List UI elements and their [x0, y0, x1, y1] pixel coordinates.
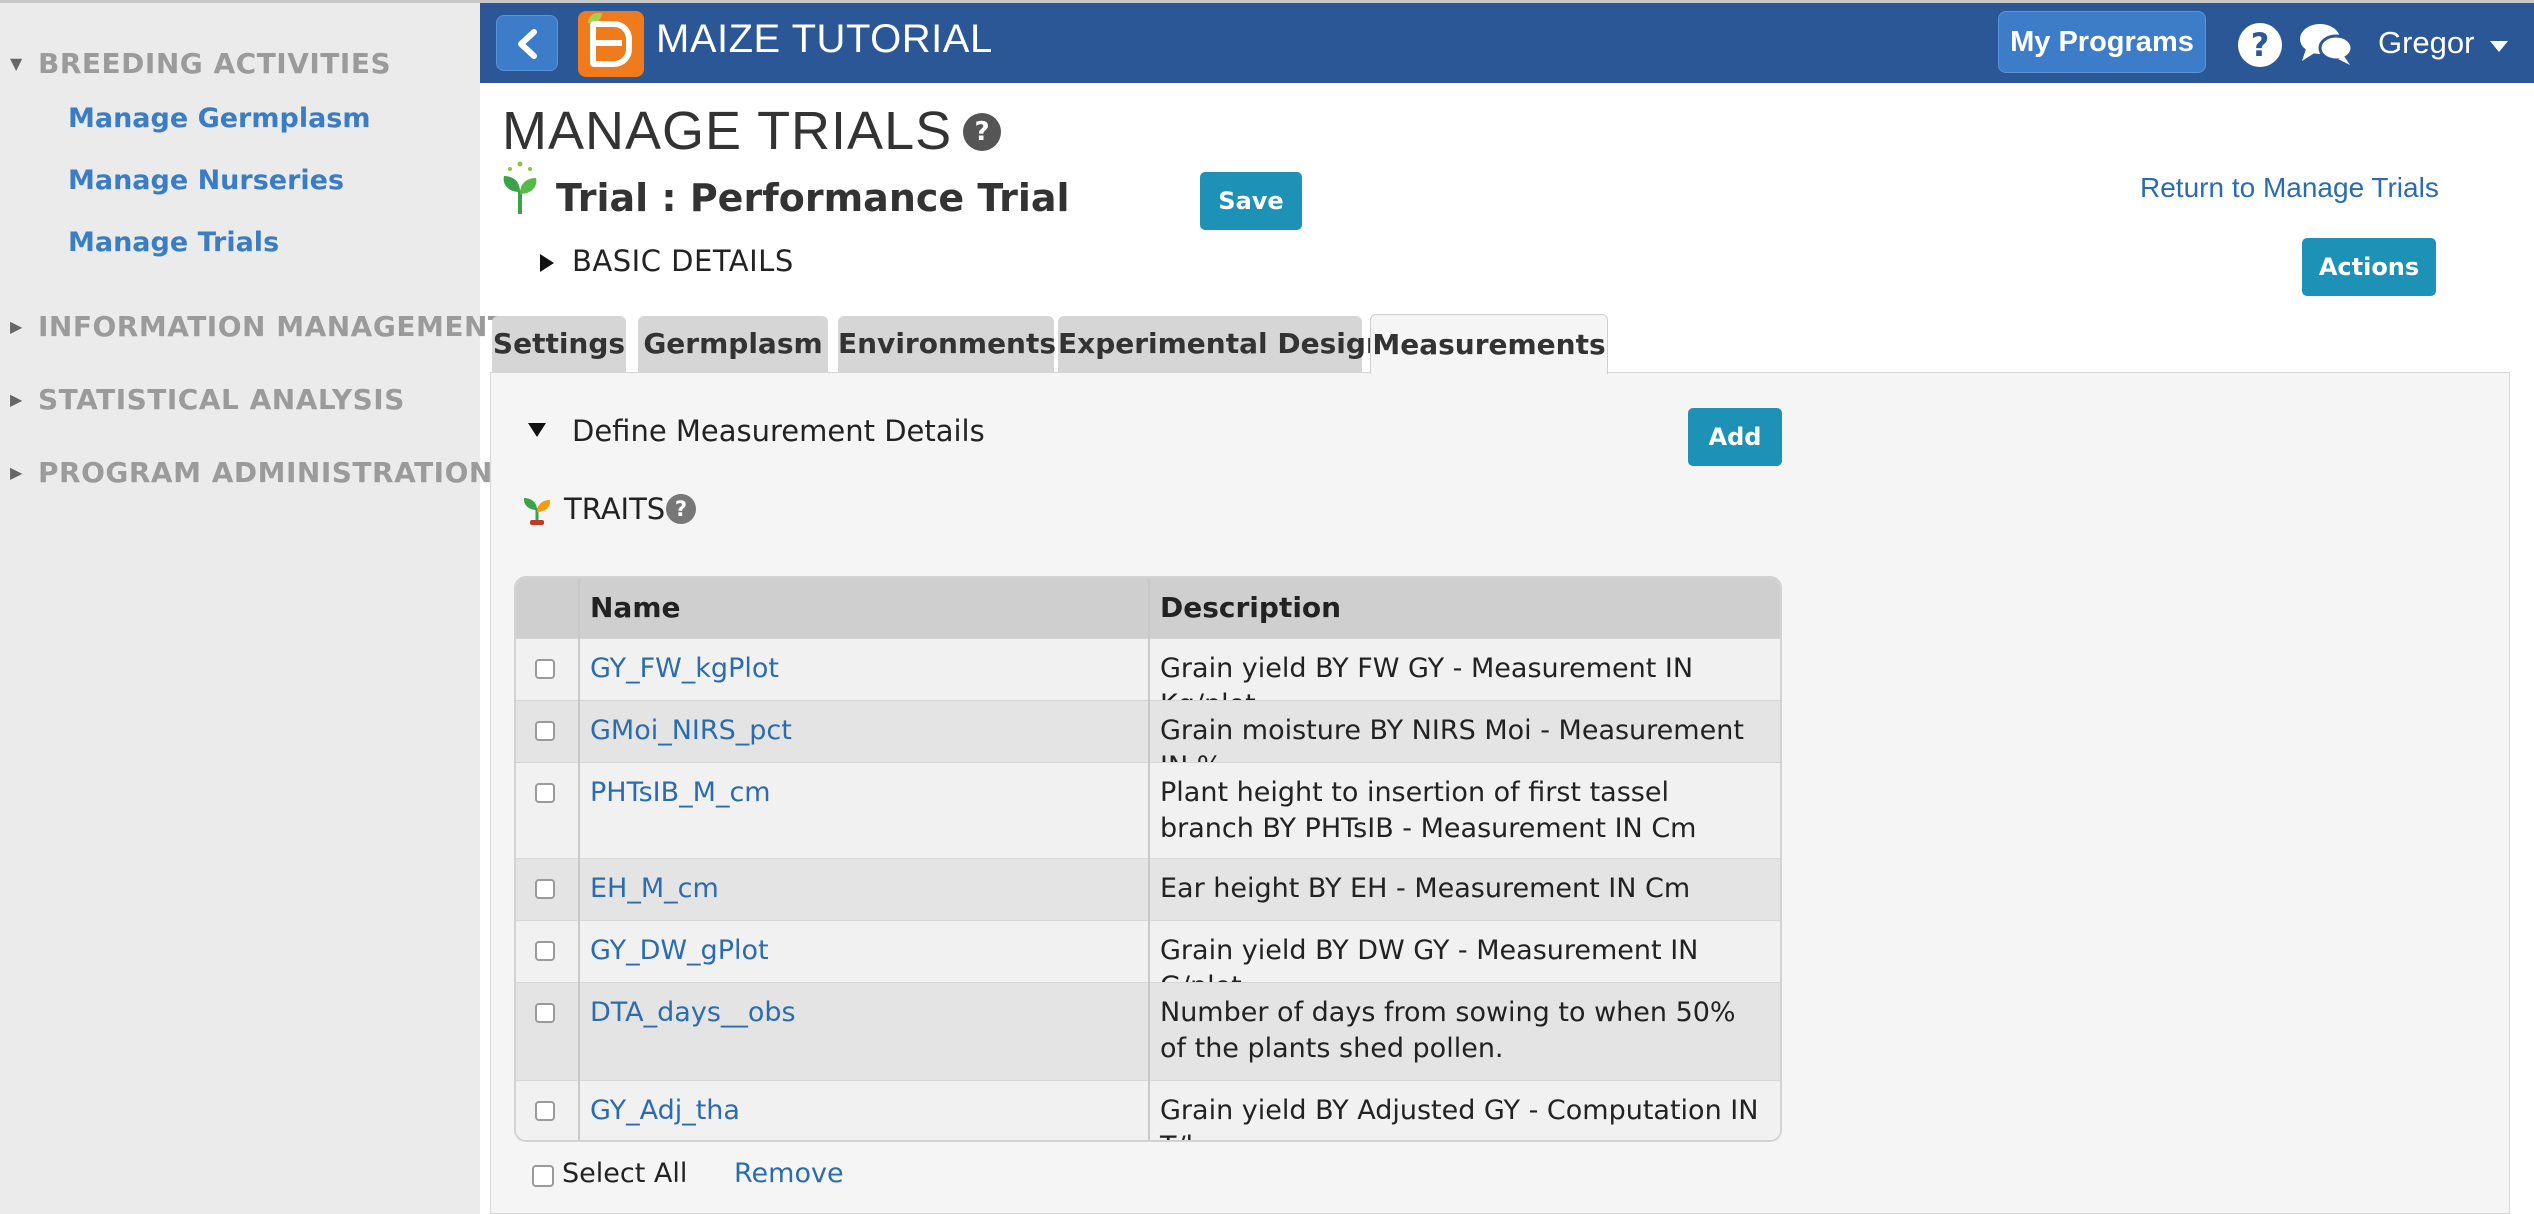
triangle-down-icon: ▼ — [10, 54, 23, 73]
sidebar-item-manage-germplasm[interactable]: Manage Germplasm — [68, 103, 371, 134]
triangle-right-icon — [540, 254, 554, 272]
row-checkbox[interactable] — [535, 659, 555, 679]
my-programs-button[interactable]: My Programs — [1998, 11, 2206, 73]
tab-experimental-design[interactable]: Experimental Design — [1058, 316, 1386, 372]
trial-name: Trial : Performance Trial — [556, 176, 1070, 220]
column-divider — [1148, 578, 1150, 1140]
define-measurement-details-toggle[interactable]: Define Measurement Details — [528, 414, 985, 448]
sidebar-section-label: INFORMATION MANAGEMENT — [38, 310, 508, 343]
basic-details-label: BASIC DETAILS — [572, 244, 794, 278]
chevron-left-icon — [518, 29, 537, 59]
sidebar-section-label: PROGRAM ADMINISTRATION — [38, 456, 493, 489]
page-title: MANAGE TRIALS — [502, 101, 953, 161]
tab-measurements[interactable]: Measurements — [1370, 314, 1608, 374]
sidebar: ▼ BREEDING ACTIVITIES Manage Germplasm Ma… — [0, 3, 507, 1214]
sidebar-section-information-management[interactable]: ▶ INFORMATION MANAGEMENT — [10, 310, 507, 343]
column-header-description[interactable]: Description — [1160, 578, 1341, 638]
top-header: MAIZE TUTORIAL My Programs ? Gregor — [480, 3, 2534, 83]
trait-name-link[interactable]: DTA_days__obs — [590, 997, 796, 1028]
traits-sprout-icon — [523, 498, 551, 525]
sidebar-section-label: STATISTICAL ANALYSIS — [38, 383, 405, 416]
select-all-label[interactable]: Select All — [562, 1158, 687, 1189]
user-menu[interactable]: Gregor — [2378, 25, 2474, 61]
trait-name-link[interactable]: GY_FW_kgPlot — [590, 653, 779, 684]
row-checkbox[interactable] — [535, 941, 555, 961]
sidebar-section-label: BREEDING ACTIVITIES — [38, 47, 392, 80]
trait-description: Number of days from sowing to when 50% o… — [1160, 997, 1736, 1064]
select-all-checkbox[interactable] — [532, 1165, 554, 1187]
define-measurement-details-label: Define Measurement Details — [572, 414, 985, 448]
return-to-manage-trials-link[interactable]: Return to Manage Trials — [2140, 172, 2439, 204]
row-checkbox[interactable] — [535, 1003, 555, 1023]
sidebar-section-statistical-analysis[interactable]: ▶ STATISTICAL ANALYSIS — [10, 383, 405, 416]
row-checkbox[interactable] — [535, 1101, 555, 1121]
traits-help-icon[interactable]: ? — [666, 494, 696, 524]
triangle-right-icon: ▶ — [10, 463, 23, 482]
triangle-right-icon: ▶ — [10, 390, 23, 409]
page-help-icon[interactable]: ? — [963, 113, 1001, 151]
app-title: MAIZE TUTORIAL — [656, 17, 993, 61]
row-checkbox[interactable] — [535, 721, 555, 741]
traits-label: TRAITS — [564, 492, 666, 526]
triangle-down-icon — [528, 423, 546, 437]
logo-b-icon — [590, 21, 632, 67]
remove-link[interactable]: Remove — [734, 1158, 844, 1189]
trait-description: Plant height to insertion of first tasse… — [1160, 777, 1697, 844]
trait-name-link[interactable]: GY_DW_gPlot — [590, 935, 769, 966]
back-button[interactable] — [496, 15, 558, 71]
tab-germplasm[interactable]: Germplasm — [638, 316, 828, 372]
help-icon[interactable]: ? — [2238, 23, 2282, 67]
tab-environments[interactable]: Environments — [838, 316, 1056, 372]
chat-icon[interactable] — [2298, 21, 2354, 67]
app-logo — [578, 11, 644, 77]
row-checkbox[interactable] — [535, 783, 555, 803]
trait-name-link[interactable]: GY_Adj_tha — [590, 1095, 740, 1126]
trait-name-link[interactable]: PHTsIB_M_cm — [590, 777, 771, 808]
sidebar-item-manage-nurseries[interactable]: Manage Nurseries — [68, 165, 344, 196]
caret-down-icon[interactable] — [2490, 41, 2508, 52]
actions-button[interactable]: Actions — [2302, 238, 2436, 296]
tab-settings[interactable]: Settings — [492, 316, 626, 372]
trait-name-link[interactable]: GMoi_NIRS_pct — [590, 715, 792, 746]
trait-description: Grain yield BY Adjusted GY - Computation… — [1160, 1095, 1759, 1140]
add-trait-button[interactable]: Add — [1688, 408, 1782, 466]
trait-name-link[interactable]: EH_M_cm — [590, 873, 719, 904]
column-divider — [578, 578, 580, 1140]
trait-description: Ear height BY EH - Measurement IN Cm — [1160, 873, 1691, 904]
sprout-icon — [503, 161, 537, 214]
traits-table: Name Description GY_FW_kgPlot Grain yiel… — [514, 576, 1782, 1142]
row-checkbox[interactable] — [535, 879, 555, 899]
sidebar-section-breeding-activities[interactable]: ▼ BREEDING ACTIVITIES — [10, 47, 391, 80]
column-header-name[interactable]: Name — [590, 578, 681, 638]
save-button[interactable]: Save — [1200, 172, 1302, 230]
triangle-right-icon: ▶ — [10, 317, 23, 336]
sidebar-item-manage-trials[interactable]: Manage Trials — [68, 227, 279, 258]
basic-details-toggle[interactable]: BASIC DETAILS — [540, 244, 794, 278]
sidebar-section-program-administration[interactable]: ▶ PROGRAM ADMINISTRATION — [10, 456, 493, 489]
